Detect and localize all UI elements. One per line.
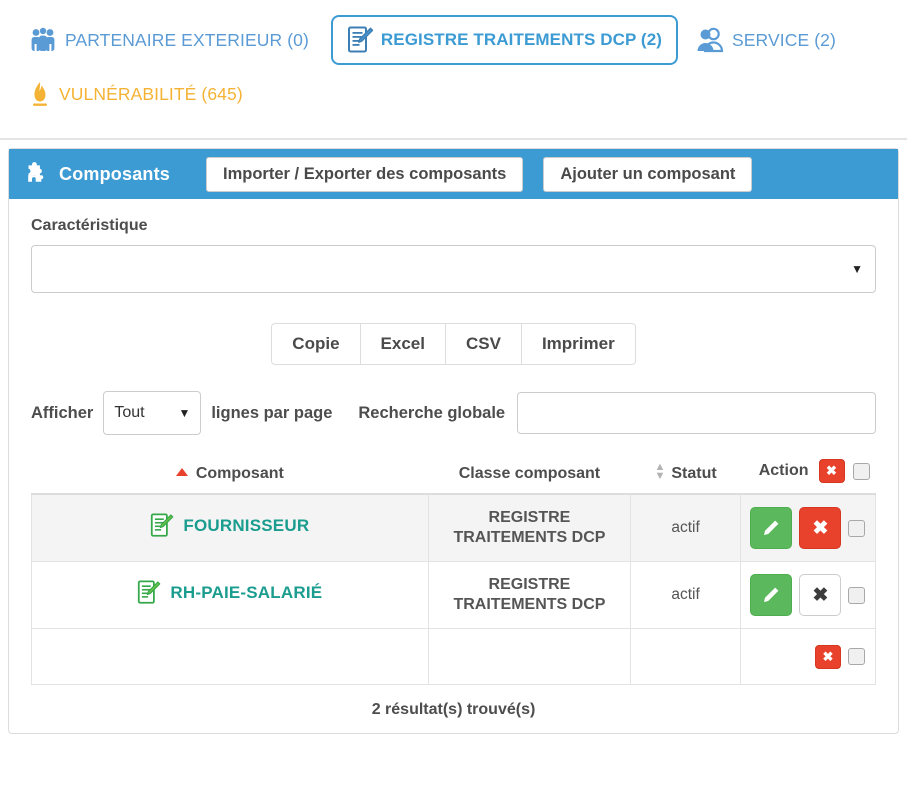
excel-button[interactable]: Excel xyxy=(360,323,446,365)
document-edit-green-icon xyxy=(137,580,161,605)
tab-service[interactable]: SERVICE (2) xyxy=(690,23,842,57)
column-header-label: Classe composant xyxy=(458,465,601,482)
column-header-label: Statut xyxy=(671,465,717,482)
select-all-checkbox[interactable] xyxy=(852,462,870,480)
tab-registre-traitements-dcp[interactable]: REGISTRE TRAITEMENTS DCP (2) xyxy=(330,15,679,65)
imprimer-button[interactable]: Imprimer xyxy=(521,323,636,365)
tab-label: REGISTRE TRAITEMENTS DCP (2) xyxy=(380,30,663,49)
tab-label: SERVICE (2) xyxy=(732,29,836,50)
tab-row-secondary: VULNÉRABILITÉ (645) xyxy=(0,72,907,116)
result-count-label: 2 résultat(s) trouvé(s) xyxy=(371,701,536,718)
table-footer-row: ✖ xyxy=(31,628,877,685)
flame-icon xyxy=(28,80,52,108)
edit-button[interactable] xyxy=(750,507,793,549)
composants-table: Composant Classe composant ▲ ▼ Statut Acti… xyxy=(31,451,877,685)
ajouter-composant-button[interactable]: Ajouter un composant xyxy=(543,156,753,192)
column-header-label: Action xyxy=(758,462,809,479)
delete-selected-footer-button[interactable]: ✖ xyxy=(815,644,841,669)
pencil-icon xyxy=(762,586,780,604)
caracteristique-select[interactable]: ▼ xyxy=(31,245,876,293)
caracteristique-label: Caractéristique xyxy=(31,217,148,234)
composant-name: RH-PAIE-SALARIÉ xyxy=(170,582,323,602)
tab-row-primary: PARTENAIRE EXTERIEUR (0) REGISTRE TRAITE… xyxy=(0,8,907,72)
recherche-globale-label: Recherche globale xyxy=(358,403,506,422)
lignes-par-page-label: lignes par page xyxy=(211,403,333,422)
cell-empty xyxy=(630,628,741,685)
panel-header: Composants Importer / Exporter des compo… xyxy=(9,149,898,199)
cell-action: ✖ xyxy=(739,561,877,629)
panel-body: Caractéristique ▼ Copie Excel CSV Imprim… xyxy=(9,199,898,733)
cell-empty xyxy=(427,628,632,685)
cell-footer-action: ✖ xyxy=(739,628,877,685)
people-group-icon xyxy=(28,27,58,53)
page-length-select[interactable]: Tout ▼ xyxy=(103,391,202,435)
column-header-statut[interactable]: ▲ ▼ Statut xyxy=(630,451,741,495)
row-select-checkbox[interactable] xyxy=(848,519,866,537)
tab-label: PARTENAIRE EXTERIEUR (0) xyxy=(65,29,309,50)
tab-label: VULNÉRABILITÉ (645) xyxy=(59,83,243,104)
cell-statut: actif xyxy=(630,493,741,562)
export-button-group: Copie Excel CSV Imprimer xyxy=(271,323,636,365)
chevron-down-icon: ▼ xyxy=(851,262,863,276)
page-title: Composants xyxy=(59,163,171,184)
cell-classe-composant: REGISTRE TRAITEMENTS DCP xyxy=(427,561,632,629)
table-controls: Afficher Tout ▼ lignes par page Recherch… xyxy=(31,391,876,435)
cell-statut: actif xyxy=(630,561,741,629)
table-body: FOURNISSEUR REGISTRE TRAITEMENTS DCP act… xyxy=(31,493,877,685)
sort-ascending-icon xyxy=(175,468,188,476)
cell-action: ✖ xyxy=(739,493,877,562)
pencil-icon xyxy=(762,519,780,537)
search-input[interactable] xyxy=(517,392,876,434)
document-edit-green-icon xyxy=(150,513,174,538)
puzzle-piece-icon xyxy=(23,162,47,186)
page-length-value: Tout xyxy=(114,404,145,421)
delete-selected-button[interactable]: ✖ xyxy=(818,459,845,483)
delete-button[interactable]: ✖ xyxy=(799,574,842,616)
cell-composant: FOURNISSEUR xyxy=(31,493,429,562)
column-header-action: Action ✖ xyxy=(740,451,876,495)
table-row: FOURNISSEUR REGISTRE TRAITEMENTS DCP act… xyxy=(31,493,877,562)
delete-button[interactable]: ✖ xyxy=(799,507,842,549)
row-select-checkbox[interactable] xyxy=(848,586,866,604)
composant-name: FOURNISSEUR xyxy=(183,515,310,535)
cell-composant: RH-PAIE-SALARIÉ xyxy=(31,561,429,629)
tab-strip-divider xyxy=(0,138,907,140)
csv-button[interactable]: CSV xyxy=(445,323,522,365)
table-head: Composant Classe composant ▲ ▼ Statut Acti… xyxy=(31,451,876,495)
close-icon: ✖ xyxy=(812,517,829,539)
select-all-footer-checkbox[interactable] xyxy=(848,648,865,665)
tab-partenaire-exterieur[interactable]: PARTENAIRE EXTERIEUR (0) xyxy=(22,23,315,57)
composant-link[interactable]: FOURNISSEUR xyxy=(150,513,309,538)
table-header-row: Composant Classe composant ▲ ▼ Statut Acti… xyxy=(31,451,876,495)
cell-empty xyxy=(31,628,429,685)
column-header-label: Composant xyxy=(195,465,284,482)
copie-button[interactable]: Copie xyxy=(271,323,361,365)
column-header-classe-composant[interactable]: Classe composant xyxy=(428,451,631,495)
edit-button[interactable] xyxy=(750,574,793,616)
search-area: Recherche globale xyxy=(358,392,876,434)
composant-link[interactable]: RH-PAIE-SALARIÉ xyxy=(137,580,322,605)
afficher-label: Afficher xyxy=(31,403,94,422)
document-edit-icon xyxy=(347,26,374,54)
table-row: RH-PAIE-SALARIÉ REGISTRE TRAITEMENTS DCP… xyxy=(31,561,877,629)
tab-vulnerabilite[interactable]: VULNÉRABILITÉ (645) xyxy=(22,76,249,112)
importer-exporter-button[interactable]: Importer / Exporter des composants xyxy=(206,156,524,192)
tab-strip: PARTENAIRE EXTERIEUR (0) REGISTRE TRAITE… xyxy=(0,0,907,140)
users-icon xyxy=(696,27,725,53)
close-icon: ✖ xyxy=(812,584,829,606)
chevron-down-icon: ▼ xyxy=(178,406,191,420)
sort-both-icon: ▲ ▼ xyxy=(654,461,666,482)
column-header-composant[interactable]: Composant xyxy=(31,451,429,495)
cell-classe-composant: REGISTRE TRAITEMENTS DCP xyxy=(427,493,632,562)
export-buttons-row: Copie Excel CSV Imprimer xyxy=(31,323,876,365)
composants-panel: Composants Importer / Exporter des compo… xyxy=(8,148,899,734)
